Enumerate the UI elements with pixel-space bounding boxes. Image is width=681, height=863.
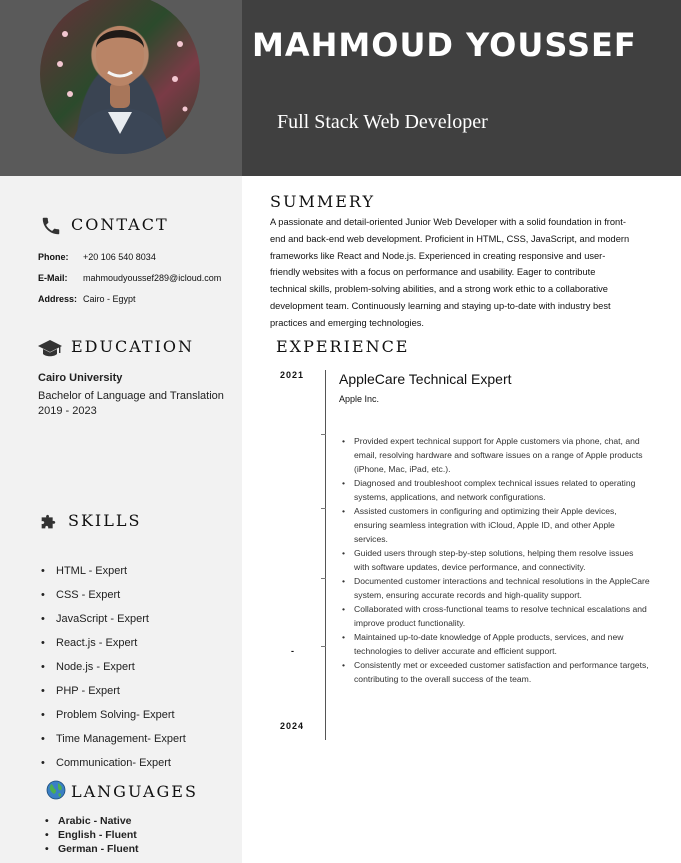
skills-list: HTML - Expert CSS - Expert JavaScript - … xyxy=(38,563,186,779)
skill-item: JavaScript - Expert xyxy=(38,611,186,635)
languages-list: Arabic - Native English - Fluent German … xyxy=(45,815,139,857)
language-item: Arabic - Native xyxy=(45,815,139,829)
education-years: 2019 - 2023 xyxy=(38,405,97,417)
education-degree: Bachelor of Language and Translation xyxy=(38,390,224,402)
skill-item: Communication- Expert xyxy=(38,755,186,779)
address-value: Cairo - Egypt xyxy=(83,294,136,304)
globe-icon xyxy=(46,780,66,800)
summary-text: A passionate and detail-oriented Junior … xyxy=(270,217,630,328)
experience-title: EXPERIENCE xyxy=(276,337,410,356)
address-label: Address: xyxy=(38,294,78,304)
skill-item: HTML - Expert xyxy=(38,563,186,587)
skill-item: CSS - Expert xyxy=(38,587,186,611)
experience-year-separator: - xyxy=(291,646,295,656)
candidate-name: MAHMOUD YOUSSEF xyxy=(252,26,637,64)
timeline-line xyxy=(325,370,326,740)
job-company: Apple Inc. xyxy=(339,394,380,404)
skill-item: Time Management- Expert xyxy=(38,731,186,755)
language-item: English - Fluent xyxy=(45,829,139,843)
experience-end-year: 2024 xyxy=(280,721,305,731)
education-school: Cairo University xyxy=(38,372,123,384)
responsibility-item: Provided expert technical support for Ap… xyxy=(341,434,651,476)
contact-title: CONTACT xyxy=(71,215,169,234)
phone-label: Phone: xyxy=(38,252,69,262)
responsibility-item: Guided users through step-by-step soluti… xyxy=(341,546,651,574)
phone-icon xyxy=(42,217,60,235)
job-title: AppleCare Technical Expert xyxy=(339,371,512,387)
skills-title: SKILLS xyxy=(68,511,142,530)
timeline-tick xyxy=(321,434,326,435)
puzzle-icon xyxy=(41,514,56,529)
candidate-role: Full Stack Web Developer xyxy=(277,111,488,133)
skill-item: PHP - Expert xyxy=(38,683,186,707)
timeline-tick xyxy=(321,578,326,579)
responsibility-item: Collaborated with cross-functional teams… xyxy=(341,602,651,630)
skill-item: React.js - Expert xyxy=(38,635,186,659)
phone-value: +20 106 540 8034 xyxy=(83,252,156,262)
responsibility-item: Maintained up-to-date knowledge of Apple… xyxy=(341,630,651,658)
languages-title: LANGUAGES xyxy=(71,782,198,801)
education-title: EDUCATION xyxy=(71,337,195,356)
email-value: mahmoudyoussef289@icloud.com xyxy=(83,273,222,283)
timeline-tick xyxy=(321,508,326,509)
graduation-cap-icon xyxy=(38,340,62,357)
skill-item: Problem Solving- Expert xyxy=(38,707,186,731)
responsibility-item: Documented customer interactions and tec… xyxy=(341,574,651,602)
language-item: German - Fluent xyxy=(45,843,139,857)
profile-photo-illustration xyxy=(57,26,188,154)
job-responsibilities: Provided expert technical support for Ap… xyxy=(341,434,651,686)
skill-item: Node.js - Expert xyxy=(38,659,186,683)
summary-title: SUMMERY xyxy=(270,192,376,211)
timeline-tick xyxy=(321,646,326,647)
responsibility-item: Assisted customers in configuring and op… xyxy=(341,504,651,546)
responsibility-item: Diagnosed and troubleshoot complex techn… xyxy=(341,476,651,504)
email-label: E-Mail: xyxy=(38,273,68,283)
profile-photo xyxy=(40,0,200,154)
responsibility-item: Consistently met or exceeded customer sa… xyxy=(341,658,651,686)
experience-start-year: 2021 xyxy=(280,370,305,380)
